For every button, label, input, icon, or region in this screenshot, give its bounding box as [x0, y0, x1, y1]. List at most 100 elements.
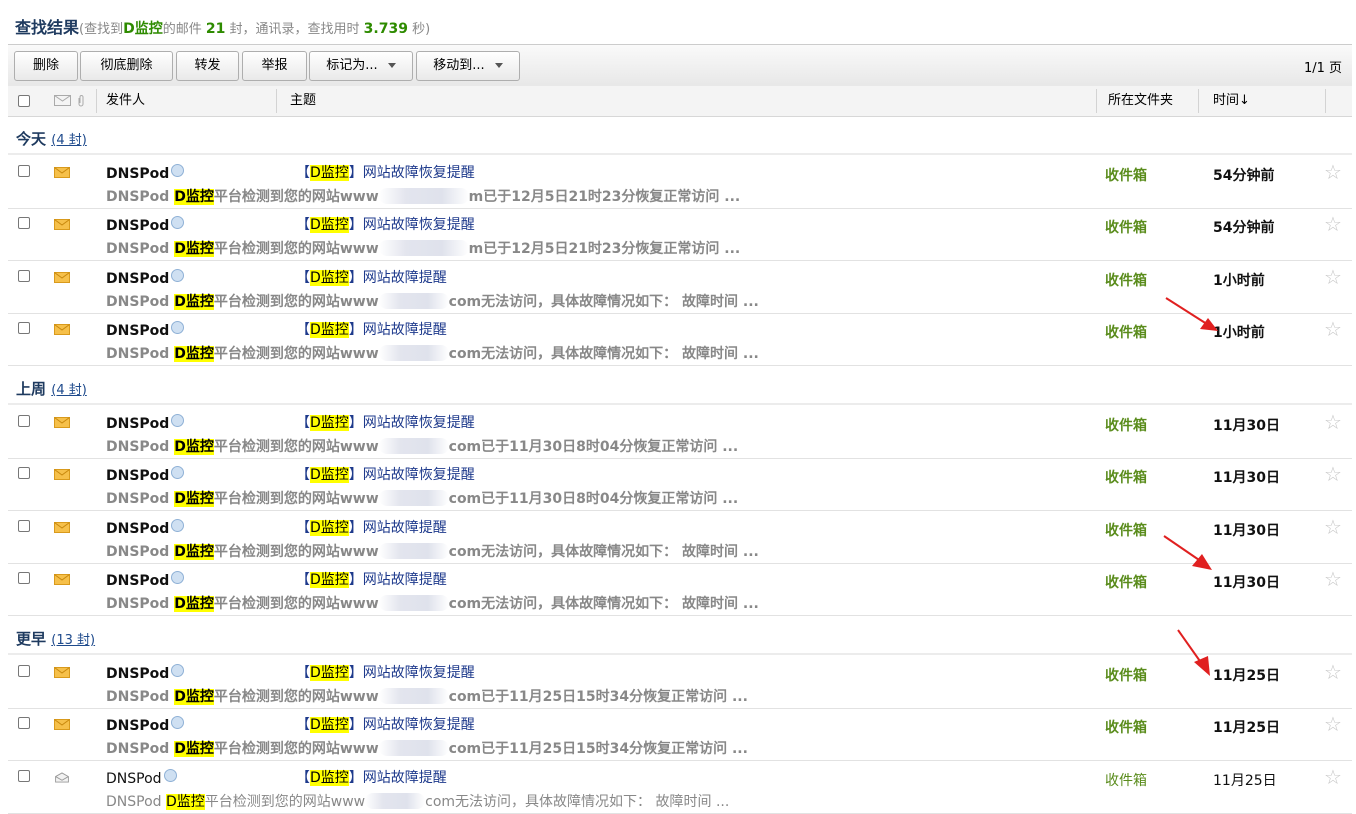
email-subject[interactable]: 【D监控】网站故障恢复提醒 [296, 162, 475, 182]
email-subject[interactable]: 【D监控】网站故障提醒 [296, 517, 447, 537]
star-outline-icon[interactable]: ☆ [1324, 160, 1342, 184]
star-outline-icon[interactable]: ☆ [1324, 660, 1342, 684]
email-row[interactable]: DNSPod 【D监控】网站故障恢复提醒 DNSPod D监控平台检测到您的网站ww… [8, 458, 1352, 511]
sender-name[interactable]: DNSPod [106, 664, 185, 682]
star-outline-icon[interactable]: ☆ [1324, 462, 1342, 486]
email-subject[interactable]: 【D监控】网站故障提醒 [296, 267, 447, 287]
row-checkbox[interactable] [18, 415, 30, 427]
keyword-highlight: D监控 [310, 665, 349, 681]
envelope-closed-icon [54, 272, 70, 283]
star-outline-icon[interactable]: ☆ [1324, 515, 1342, 539]
star-outline-icon[interactable]: ☆ [1324, 265, 1342, 289]
keyword-highlight: D监控 [174, 346, 214, 362]
column-separator [1096, 89, 1097, 113]
keyword-highlight: D监控 [174, 439, 214, 455]
row-checkbox[interactable] [18, 665, 30, 677]
email-row[interactable]: DNSPod 【D监控】网站故障提醒 DNSPod D监控平台检测到您的网站www c… [8, 313, 1352, 366]
sender-name[interactable]: DNSPod [106, 716, 185, 734]
mark-as-dropdown[interactable]: 标记为... [309, 51, 413, 81]
row-checkbox[interactable] [18, 717, 30, 729]
report-button[interactable]: 举报 [242, 51, 307, 81]
sender-name[interactable]: DNSPod [106, 269, 185, 287]
email-preview: DNSPod D监控平台检测到您的网站www com无法访问，具体故障情况如下： … [106, 595, 759, 612]
email-row[interactable]: DNSPod 【D监控】网站故障恢复提醒 DNSPod D监控平台检测到您的网站ww… [8, 656, 1352, 709]
email-time: 11月30日 [1213, 418, 1280, 434]
row-checkbox[interactable] [18, 165, 30, 177]
email-subject[interactable]: 【D监控】网站故障恢复提醒 [296, 662, 475, 682]
search-info: (查找到D监控的邮件 21 封，通讯录，查找用时 3.739 秒) [79, 21, 431, 37]
star-outline-icon[interactable]: ☆ [1324, 567, 1342, 591]
email-preview: DNSPod D监控平台检测到您的网站www com已于11月25日15时34分恢… [106, 740, 748, 757]
keyword-highlight: D监控 [174, 689, 214, 705]
sender-name[interactable]: DNSPod [106, 519, 185, 537]
forward-button[interactable]: 转发 [176, 51, 239, 81]
keyword-highlight: D监控 [310, 415, 349, 431]
redacted-blur [378, 293, 449, 309]
contact-avatar-icon [171, 164, 185, 177]
star-outline-icon[interactable]: ☆ [1324, 317, 1342, 341]
move-to-dropdown[interactable]: 移动到... [416, 51, 520, 81]
redacted-blur [378, 543, 449, 559]
email-subject[interactable]: 【D监控】网站故障提醒 [296, 569, 447, 589]
email-subject[interactable]: 【D监控】网站故障恢复提醒 [296, 412, 475, 432]
email-row[interactable]: DNSPod 【D监控】网站故障提醒 DNSPod D监控平台检测到您的网站www c… [8, 563, 1352, 616]
sender-name[interactable]: DNSPod [106, 466, 185, 484]
sender-name[interactable]: DNSPod [106, 769, 177, 787]
email-subject[interactable]: 【D监控】网站故障恢复提醒 [296, 464, 475, 484]
folder-name: 收件箱 [1105, 273, 1147, 289]
email-row[interactable]: DNSPod 【D监控】网站故障恢复提醒 DNSPod D监控平台检测到您的网站ww… [8, 708, 1352, 761]
email-subject[interactable]: 【D监控】网站故障提醒 [296, 319, 447, 339]
email-time: 54分钟前 [1213, 168, 1275, 184]
row-checkbox[interactable] [18, 770, 30, 782]
email-row[interactable]: DNSPod 【D监控】网站故障提醒 DNSPod D监控平台检测到您的网站www c… [8, 761, 1352, 814]
redacted-blur [378, 688, 449, 704]
group-count-link[interactable]: (4 封) [51, 383, 87, 398]
email-row[interactable]: DNSPod 【D监控】网站故障恢复提醒 DNSPod D监控平台检测到您的网站ww… [8, 406, 1352, 459]
column-sender[interactable]: 发件人 [106, 86, 145, 116]
column-subject[interactable]: 主题 [290, 86, 316, 116]
row-checkbox[interactable] [18, 217, 30, 229]
star-outline-icon[interactable]: ☆ [1324, 410, 1342, 434]
column-time[interactable]: 时间↓ [1213, 86, 1250, 116]
sender-name[interactable]: DNSPod [106, 414, 185, 432]
email-row[interactable]: DNSPod 【D监控】网站故障恢复提醒 DNSPod D监控平台检测到您的网站ww… [8, 208, 1352, 261]
envelope-closed-icon [54, 324, 70, 335]
group-count-link[interactable]: (13 封) [51, 633, 95, 648]
email-time: 11月25日 [1213, 720, 1280, 736]
row-checkbox[interactable] [18, 467, 30, 479]
row-checkbox[interactable] [18, 322, 30, 334]
redacted-blur [378, 188, 469, 204]
folder-name: 收件箱 [1105, 668, 1147, 684]
email-subject[interactable]: 【D监控】网站故障提醒 [296, 767, 447, 787]
sender-name[interactable]: DNSPod [106, 164, 185, 182]
email-row[interactable]: DNSPod 【D监控】网站故障提醒 DNSPod D监控平台检测到您的网站www c… [8, 261, 1352, 314]
redacted-blur [378, 240, 469, 256]
star-outline-icon[interactable]: ☆ [1324, 712, 1342, 736]
email-row[interactable]: DNSPod 【D监控】网站故障恢复提醒 DNSPod D监控平台检测到您的网站ww… [8, 156, 1352, 209]
star-outline-icon[interactable]: ☆ [1324, 212, 1342, 236]
folder-name: 收件箱 [1105, 220, 1147, 236]
select-all-checkbox[interactable] [18, 95, 30, 107]
row-checkbox[interactable] [18, 520, 30, 532]
email-time: 11月25日 [1213, 668, 1280, 684]
sender-name[interactable]: DNSPod [106, 321, 185, 339]
group-count-link[interactable]: (4 封) [51, 133, 87, 148]
keyword-highlight: D监控 [310, 165, 349, 181]
email-row[interactable]: DNSPod 【D监控】网站故障提醒 DNSPod D监控平台检测到您的网站www c… [8, 511, 1352, 564]
star-outline-icon[interactable]: ☆ [1324, 765, 1342, 789]
row-checkbox[interactable] [18, 572, 30, 584]
email-subject[interactable]: 【D监控】网站故障恢复提醒 [296, 214, 475, 234]
delete-permanent-button[interactable]: 彻底删除 [80, 51, 173, 81]
type-attachment-icon[interactable] [54, 95, 88, 107]
email-time: 54分钟前 [1213, 220, 1275, 236]
delete-button[interactable]: 删除 [14, 51, 78, 81]
redacted-blur [378, 438, 449, 454]
result-count: 21 [205, 21, 226, 37]
email-subject[interactable]: 【D监控】网站故障恢复提醒 [296, 714, 475, 734]
row-checkbox[interactable] [18, 270, 30, 282]
sender-name[interactable]: DNSPod [106, 571, 185, 589]
sender-name[interactable]: DNSPod [106, 216, 185, 234]
group-today: 今天 (4 封) [16, 130, 87, 148]
redacted-blur [378, 345, 449, 361]
column-folder[interactable]: 所在文件夹 [1108, 86, 1173, 116]
